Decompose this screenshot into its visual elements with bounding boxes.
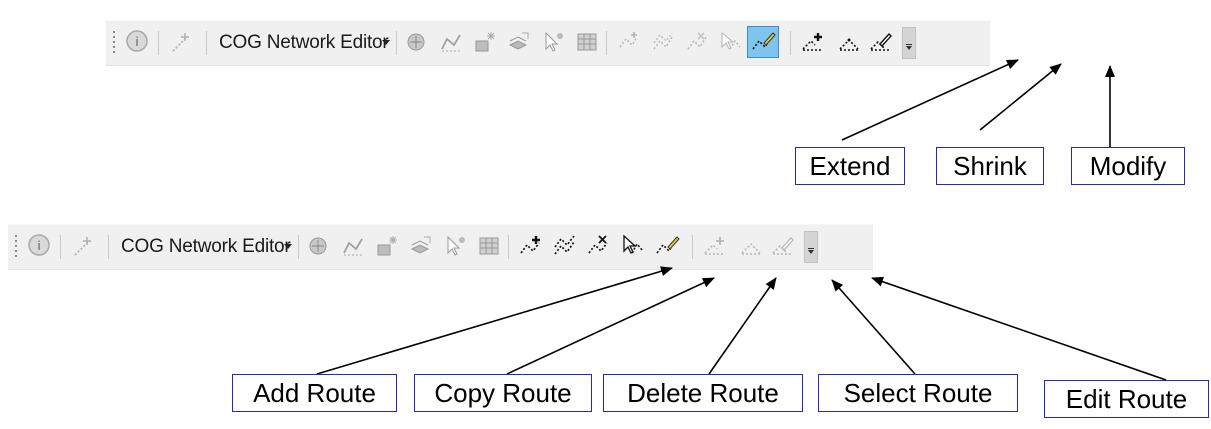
delete-route-icon[interactable]	[586, 233, 612, 259]
network-spark-icon[interactable]	[472, 29, 498, 55]
arrow-copy-route	[506, 277, 715, 375]
separator	[790, 31, 791, 55]
toolbar-route-editing-mode: i COG Network Editor	[106, 20, 990, 66]
feature-pencil-icon[interactable]	[168, 29, 194, 55]
edit-route-icon[interactable]	[747, 26, 779, 58]
toolbar-overflow-button[interactable]	[804, 231, 818, 263]
copy-route-icon[interactable]	[650, 29, 676, 55]
network-edit-icon[interactable]	[438, 29, 464, 55]
separator	[206, 31, 207, 55]
select-pointer-icon[interactable]	[540, 29, 566, 55]
chevron-down-icon[interactable]	[382, 40, 390, 45]
toolbar-route-mode: i COG Network Editor	[8, 224, 873, 270]
separator	[108, 235, 109, 259]
arrow-extend	[841, 59, 1019, 141]
network-build-icon[interactable]	[404, 29, 430, 55]
add-route-icon[interactable]	[616, 29, 642, 55]
modify-icon[interactable]	[770, 233, 796, 259]
add-route-icon[interactable]	[518, 233, 544, 259]
separator	[158, 31, 159, 55]
callout-select-route: Select Route	[818, 374, 1018, 412]
separator	[606, 31, 607, 55]
cog-network-editor-menu[interactable]: COG Network Editor	[121, 234, 291, 260]
delete-route-icon[interactable]	[684, 29, 710, 55]
extend-icon[interactable]	[702, 233, 728, 259]
network-build-icon[interactable]	[306, 233, 332, 259]
network-layer-icon[interactable]	[408, 233, 434, 259]
arrow-shrink	[979, 63, 1062, 131]
table-icon[interactable]	[574, 29, 600, 55]
callout-copy-route: Copy Route	[414, 374, 592, 412]
identify-icon[interactable]: i	[26, 233, 52, 259]
callout-extend: Extend	[795, 147, 905, 185]
callout-add-route: Add Route	[232, 374, 397, 412]
select-pointer-icon[interactable]	[442, 233, 468, 259]
modify-icon[interactable]	[868, 29, 894, 55]
table-icon[interactable]	[476, 233, 502, 259]
svg-text:i: i	[37, 238, 41, 253]
cog-network-editor-menu[interactable]: COG Network Editor	[219, 30, 389, 56]
callout-delete-route: Delete Route	[603, 374, 803, 412]
toolbar-grip[interactable]	[112, 31, 116, 55]
copy-route-icon[interactable]	[552, 233, 578, 259]
callout-modify: Modify	[1071, 147, 1185, 185]
network-spark-icon[interactable]	[374, 233, 400, 259]
edit-route-icon[interactable]	[654, 233, 680, 259]
separator	[298, 235, 299, 259]
separator	[60, 235, 61, 259]
chevron-down-icon[interactable]	[284, 244, 292, 249]
shrink-icon[interactable]	[738, 233, 764, 259]
separator	[396, 31, 397, 55]
arrow-delete-route	[708, 277, 777, 375]
callout-edit-route: Edit Route	[1044, 380, 1209, 418]
select-route-icon[interactable]	[620, 233, 646, 259]
arrows-bottom	[316, 266, 1167, 381]
select-route-icon[interactable]	[718, 29, 744, 55]
network-layer-icon[interactable]	[506, 29, 532, 55]
arrow-select-route	[831, 279, 916, 375]
arrow-edit-route	[871, 276, 1167, 381]
arrow-add-route	[316, 266, 673, 375]
separator	[508, 235, 509, 259]
separator	[692, 235, 693, 259]
feature-pencil-icon[interactable]	[70, 233, 96, 259]
network-edit-icon[interactable]	[340, 233, 366, 259]
extend-icon[interactable]	[800, 29, 826, 55]
svg-text:i: i	[135, 34, 139, 49]
callout-shrink: Shrink	[936, 147, 1044, 185]
toolbar-grip[interactable]	[14, 235, 18, 259]
shrink-icon[interactable]	[836, 29, 862, 55]
identify-icon[interactable]: i	[124, 29, 150, 55]
arrows-top	[841, 59, 1115, 148]
toolbar-overflow-button[interactable]	[902, 27, 916, 59]
